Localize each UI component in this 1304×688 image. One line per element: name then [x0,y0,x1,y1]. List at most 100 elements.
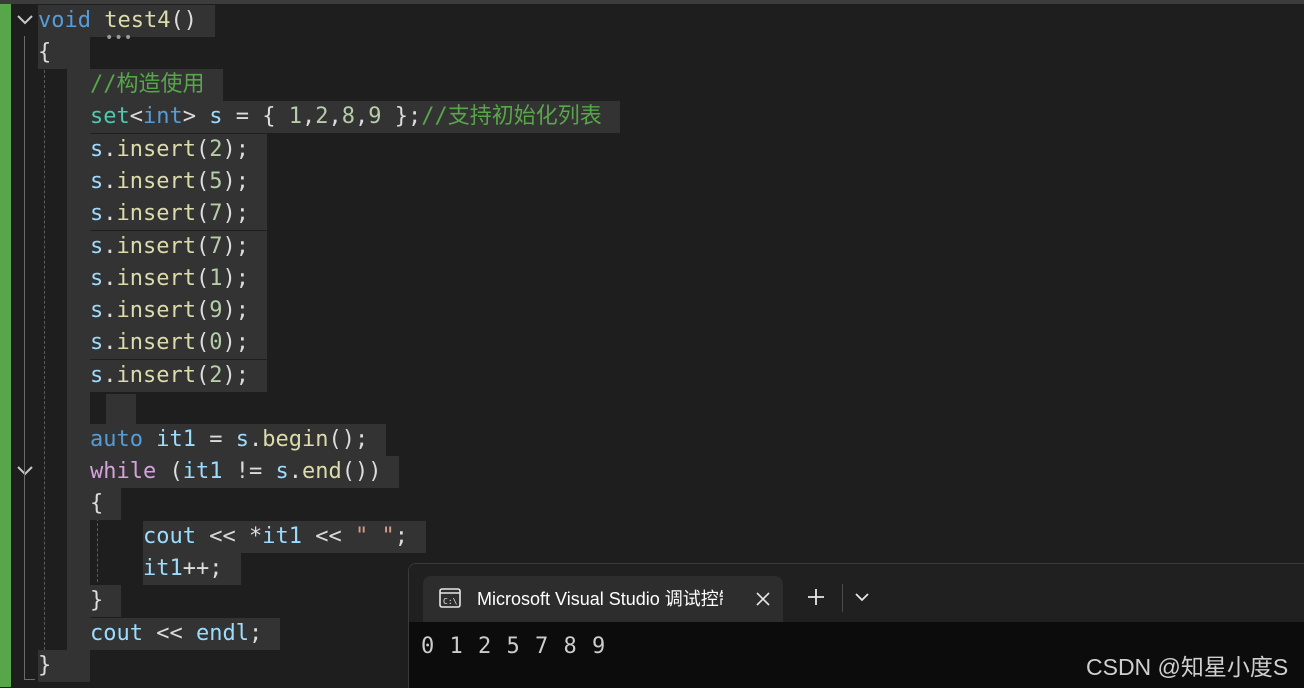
code-token: 1 [209,266,223,291]
code-token: . [103,169,117,194]
code-token: ( [195,137,210,162]
code-token: . [103,298,117,323]
code-line[interactable]: { [90,488,122,520]
code-line[interactable]: } [90,585,122,617]
code-line[interactable]: it1++; [143,553,241,585]
change-indicator-bar [0,4,11,687]
code-line[interactable]: s.insert(7); [90,198,267,230]
code-token: ( [195,234,210,259]
code-token: << [142,621,196,646]
code-token: ++; [182,556,223,581]
code-token: } [38,653,52,678]
console-icon: C:\ [439,588,461,608]
code-line[interactable]: s.insert(0); [90,327,267,359]
code-token: it1 [262,524,302,549]
code-token: { [38,40,52,65]
chevron-down-icon [17,15,33,25]
code-token: insert [116,234,196,259]
code-token: insert [116,266,196,291]
code-token: insert [116,137,196,162]
close-icon[interactable] [753,589,773,609]
watermark: CSDN @知星小度S [1086,654,1289,680]
code-token: s [90,363,104,388]
indent-guide [44,70,45,660]
code-line[interactable]: auto it1 = s.begin(); [90,424,387,456]
code-token: insert [116,330,196,355]
code-line[interactable]: s.insert(1); [90,263,267,295]
code-token: { [90,491,104,516]
code-token: 9 [209,298,223,323]
code-token: << [301,524,355,549]
code-token: //构造使用 [90,72,205,97]
code-line[interactable]: while (it1 != s.end()) [90,456,400,488]
code-token: ( [195,330,210,355]
code-token: auto [90,427,143,452]
code-token: ); [222,234,249,259]
code-token: = { [222,104,289,129]
code-token: s [90,201,104,226]
tab-bar-separator [842,584,843,612]
code-token: 0 [209,330,223,355]
code-token: ); [222,169,249,194]
code-token: endl [195,621,249,646]
code-line[interactable]: s.insert(9); [90,295,267,327]
code-line[interactable]: s.insert(2); [90,134,267,166]
code-line[interactable]: set<int> s = { 1,2,8,9 };//支持初始化列表 [90,101,620,133]
fold-region-while [24,486,35,620]
code-token: insert [116,298,196,323]
code-token: } [90,588,104,613]
indent-guide-inner [97,518,98,582]
code-token: , [354,104,369,129]
code-token: (); [328,427,369,452]
code-token: > [182,104,210,129]
code-token: it1 [143,556,183,581]
code-token: ); [222,363,249,388]
console-tab[interactable]: C:\ Microsoft Visual Studio 调试控制台 [423,576,783,622]
code-token: end [301,459,342,484]
code-token: ( [195,201,210,226]
code-line[interactable]: { [38,37,70,69]
code-token: . [248,427,263,452]
code-line[interactable]: //构造使用 [90,69,223,101]
code-token: insert [116,363,196,388]
code-token: . [103,363,117,388]
code-token: 2 [209,363,223,388]
code-token: it1 [182,459,223,484]
code-token: s [90,137,104,162]
code-token: . [103,234,117,259]
quick-action-dots[interactable]: ••• [105,30,133,46]
code-token: s [90,169,104,194]
console-tab-bar: C:\ Microsoft Visual Studio 调试控制台 [409,564,1304,622]
code-token: () [170,8,197,33]
code-token: ); [222,298,249,323]
code-token: ); [222,137,249,162]
code-token: < [129,104,143,129]
console-tab-title: Microsoft Visual Studio 调试控制台 [477,589,723,609]
code-token: ( [195,169,210,194]
code-token: << * [195,524,263,549]
code-line[interactable]: s.insert(5); [90,166,267,198]
code-token: s [235,427,249,452]
code-token: s [90,234,104,259]
code-line[interactable]: s.insert(7); [90,231,267,263]
code-line[interactable]: } [38,650,70,682]
plus-icon[interactable] [805,586,827,608]
code-token: != [222,459,276,484]
code-token: , [301,104,316,129]
code-token: int [143,104,183,129]
code-token: ( [195,266,210,291]
console-output: 0 1 2 5 7 8 9 [421,634,607,659]
code-line[interactable]: cout << *it1 << " "; [143,521,426,553]
fold-toggle-function[interactable] [12,8,38,32]
code-token: . [288,459,302,484]
code-token: ( [195,363,210,388]
chevron-down-icon[interactable] [853,588,871,606]
code-line[interactable]: cout << endl; [90,618,281,650]
code-token: it1 [156,427,196,452]
code-line[interactable]: s.insert(2); [90,360,267,392]
code-token: " " [354,524,395,549]
code-token: s [90,330,104,355]
code-token: . [103,201,117,226]
code-token: 1 [288,104,302,129]
